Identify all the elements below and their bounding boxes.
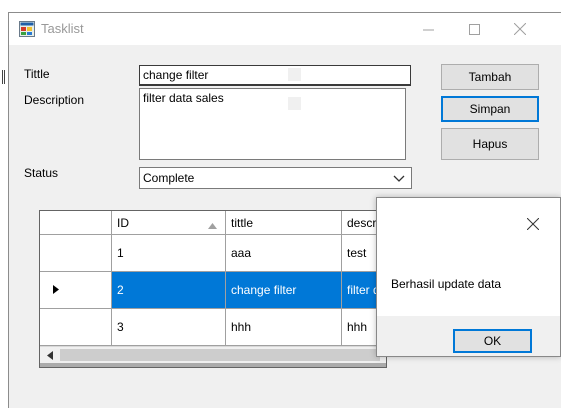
description-label: Description xyxy=(24,93,85,107)
minimize-icon xyxy=(422,29,434,30)
dialog-footer: OK xyxy=(377,316,560,356)
description-textarea[interactable]: filter data sales xyxy=(139,88,406,160)
tambah-button[interactable]: Tambah xyxy=(441,64,539,90)
maximize-icon xyxy=(468,23,480,35)
table-cell-tittle[interactable]: hhh xyxy=(226,309,342,346)
chevron-down-icon xyxy=(393,171,405,188)
column-header-label: ID xyxy=(117,215,129,230)
row-header-corner xyxy=(40,211,112,235)
title-bar[interactable]: Tasklist xyxy=(9,13,561,45)
row-header[interactable] xyxy=(40,235,112,272)
close-icon xyxy=(527,218,539,230)
table-cell-id[interactable]: 1 xyxy=(112,235,226,272)
table-cell-id[interactable]: 2 xyxy=(112,272,226,309)
textarea-artifact xyxy=(288,97,301,110)
table-cell-id[interactable]: 3 xyxy=(112,309,226,346)
scrollbar-thumb[interactable] xyxy=(60,349,380,361)
message-dialog: Berhasil update data OK xyxy=(376,197,561,357)
tittle-input[interactable]: change filter xyxy=(139,65,411,86)
column-header-label: tittle xyxy=(231,215,254,230)
task-data-grid[interactable]: ID tittle descrip 1 aaa test 2 change fi… xyxy=(39,210,387,368)
simpan-button[interactable]: Simpan xyxy=(441,96,539,122)
row-header[interactable] xyxy=(40,309,112,346)
hapus-button[interactable]: Hapus xyxy=(441,128,539,160)
dialog-message: Berhasil update data xyxy=(391,277,502,291)
table-cell-tittle[interactable]: aaa xyxy=(226,235,342,272)
input-artifact xyxy=(288,68,301,81)
column-header-tittle[interactable]: tittle xyxy=(226,211,342,235)
horizontal-scrollbar[interactable] xyxy=(40,346,386,363)
sort-up-icon xyxy=(208,218,217,232)
row-header-selected[interactable] xyxy=(40,272,112,309)
tittle-input-value: change filter xyxy=(143,68,209,82)
app-window-icon xyxy=(19,21,35,37)
status-label: Status xyxy=(24,166,59,180)
column-header-id[interactable]: ID xyxy=(112,211,226,235)
tittle-label: Tittle xyxy=(24,67,50,81)
desktop-strip xyxy=(0,0,561,12)
description-value: filter data sales xyxy=(143,91,224,105)
scroll-left-icon[interactable] xyxy=(42,348,58,363)
ok-button[interactable]: OK xyxy=(453,329,532,353)
minimize-button[interactable] xyxy=(405,13,451,45)
status-value: Complete xyxy=(143,171,195,185)
close-icon xyxy=(514,23,526,35)
window-title: Tasklist xyxy=(41,21,84,36)
dialog-close-button[interactable] xyxy=(521,214,545,234)
status-dropdown[interactable]: Complete xyxy=(139,167,412,189)
close-button[interactable] xyxy=(497,13,543,45)
desktop-fragment xyxy=(2,70,5,84)
table-cell-tittle[interactable]: change filter xyxy=(226,272,342,309)
row-pointer-icon xyxy=(53,283,59,297)
maximize-button[interactable] xyxy=(451,13,497,45)
